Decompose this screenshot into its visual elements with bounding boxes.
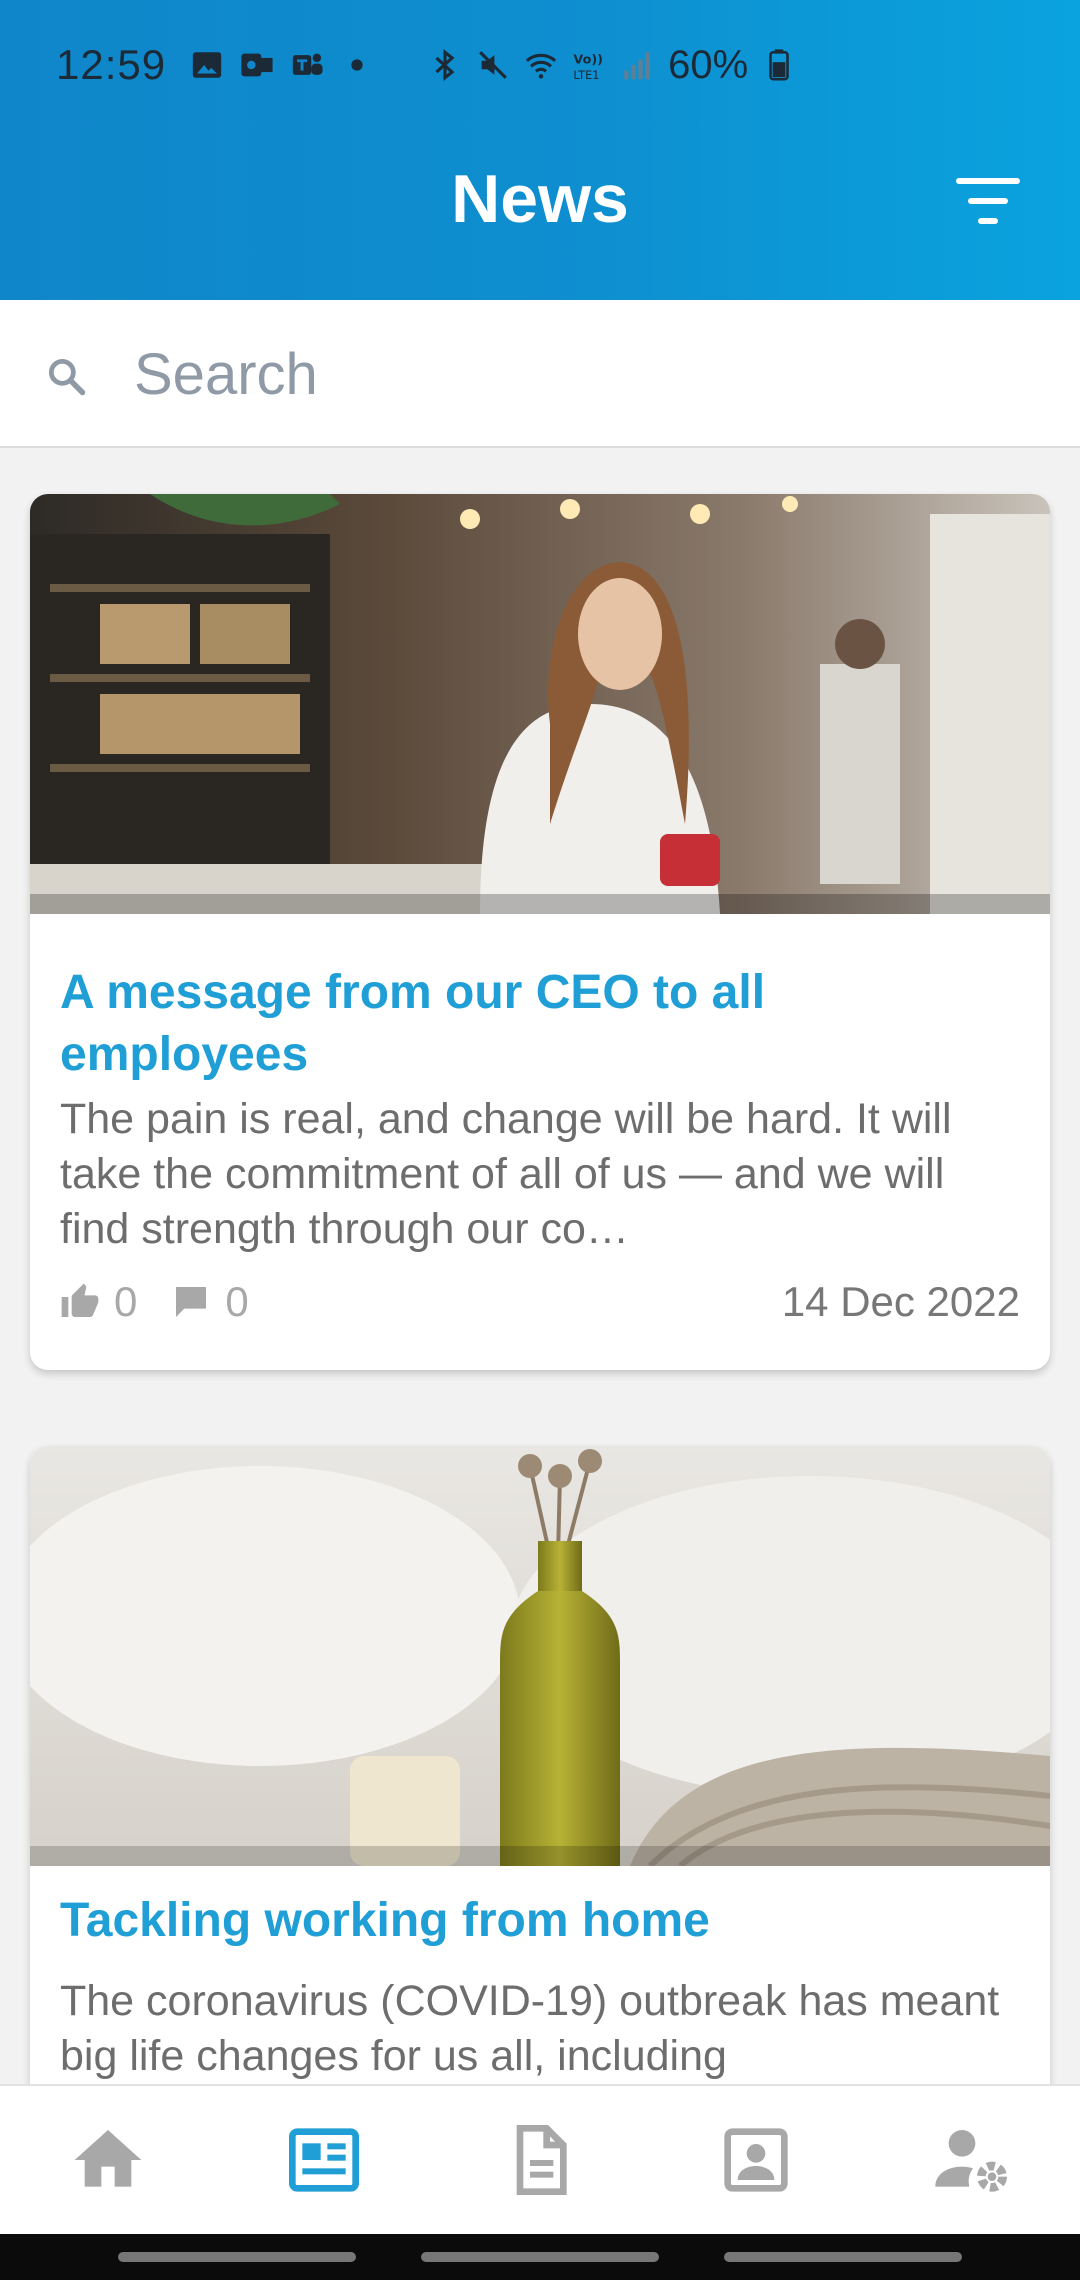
- svg-text:LTE1: LTE1: [574, 68, 600, 82]
- outlook-icon: [241, 53, 273, 77]
- system-gesture-bar: [0, 2234, 1080, 2280]
- svg-text:Vo)): Vo)): [574, 53, 604, 68]
- wifi-icon: [525, 53, 557, 79]
- comment-count: 0: [225, 1278, 249, 1325]
- bluetooth-icon: [435, 49, 455, 81]
- document-icon: [516, 2125, 567, 2195]
- article-excerpt: The coronavirus (COVID-19) outbreak has …: [60, 1977, 1000, 2080]
- thumbs-up-icon: [61, 1283, 99, 1317]
- news-card[interactable]: A message from our CEO to all employees …: [30, 494, 1050, 1370]
- search-icon: [48, 358, 86, 396]
- battery-level: 60%: [668, 42, 749, 87]
- article-meta: 0 0 14 Dec 2022: [60, 1272, 1020, 1332]
- recent-apps-handle[interactable]: [118, 2252, 356, 2262]
- signal-icon: [624, 52, 650, 80]
- dot-icon: [351, 59, 363, 71]
- comment-button[interactable]: 0: [171, 1278, 249, 1326]
- page-title: News: [451, 161, 629, 237]
- bottom-navigation: [0, 2084, 1080, 2234]
- system-icons: Vo)) LTE1 60%: [428, 43, 796, 88]
- nav-profile-settings[interactable]: [912, 2100, 1032, 2220]
- like-button[interactable]: 0: [60, 1278, 137, 1326]
- news-feed[interactable]: A message from our CEO to all employees …: [0, 448, 1080, 2084]
- status-time: 12:59: [56, 41, 167, 88]
- contact-card-icon: [724, 2128, 788, 2192]
- user-settings-icon: [935, 2130, 1008, 2192]
- app-bar: 12:59 Vo)) LTE1 60% News: [0, 0, 1080, 300]
- home-icon: [74, 2130, 142, 2187]
- news-icon: [289, 2128, 359, 2192]
- article-excerpt: The pain is real, and change will be har…: [60, 1095, 952, 1253]
- article-image: [30, 494, 1050, 914]
- home-handle[interactable]: [421, 2252, 659, 2262]
- article-date: 14 Dec 2022: [781, 1278, 1020, 1325]
- news-card[interactable]: Tackling working from home The coronavir…: [30, 1446, 1050, 2084]
- search-bar: [0, 300, 1080, 448]
- nav-contacts[interactable]: [696, 2100, 816, 2220]
- mute-icon: [479, 51, 507, 79]
- status-bar: 12:59 Vo)) LTE1 60%: [0, 0, 1080, 130]
- nav-home[interactable]: [48, 2100, 168, 2220]
- article-title[interactable]: A message from our CEO to all employees: [60, 962, 1020, 1086]
- nav-documents[interactable]: [480, 2100, 600, 2220]
- battery-icon: [769, 49, 789, 81]
- gallery-icon: [192, 52, 222, 78]
- filter-icon[interactable]: [956, 178, 1020, 224]
- teams-icon: [292, 53, 323, 75]
- notification-icons: [190, 48, 374, 82]
- article-image: [30, 1446, 1050, 1866]
- article-title[interactable]: Tackling working from home: [60, 1890, 1020, 1952]
- back-handle[interactable]: [724, 2252, 962, 2262]
- search-input[interactable]: [134, 334, 1034, 414]
- volte-icon: Vo))LTE1: [574, 53, 604, 82]
- nav-news[interactable]: [264, 2100, 384, 2220]
- comment-icon: [176, 1287, 207, 1317]
- like-count: 0: [114, 1278, 138, 1325]
